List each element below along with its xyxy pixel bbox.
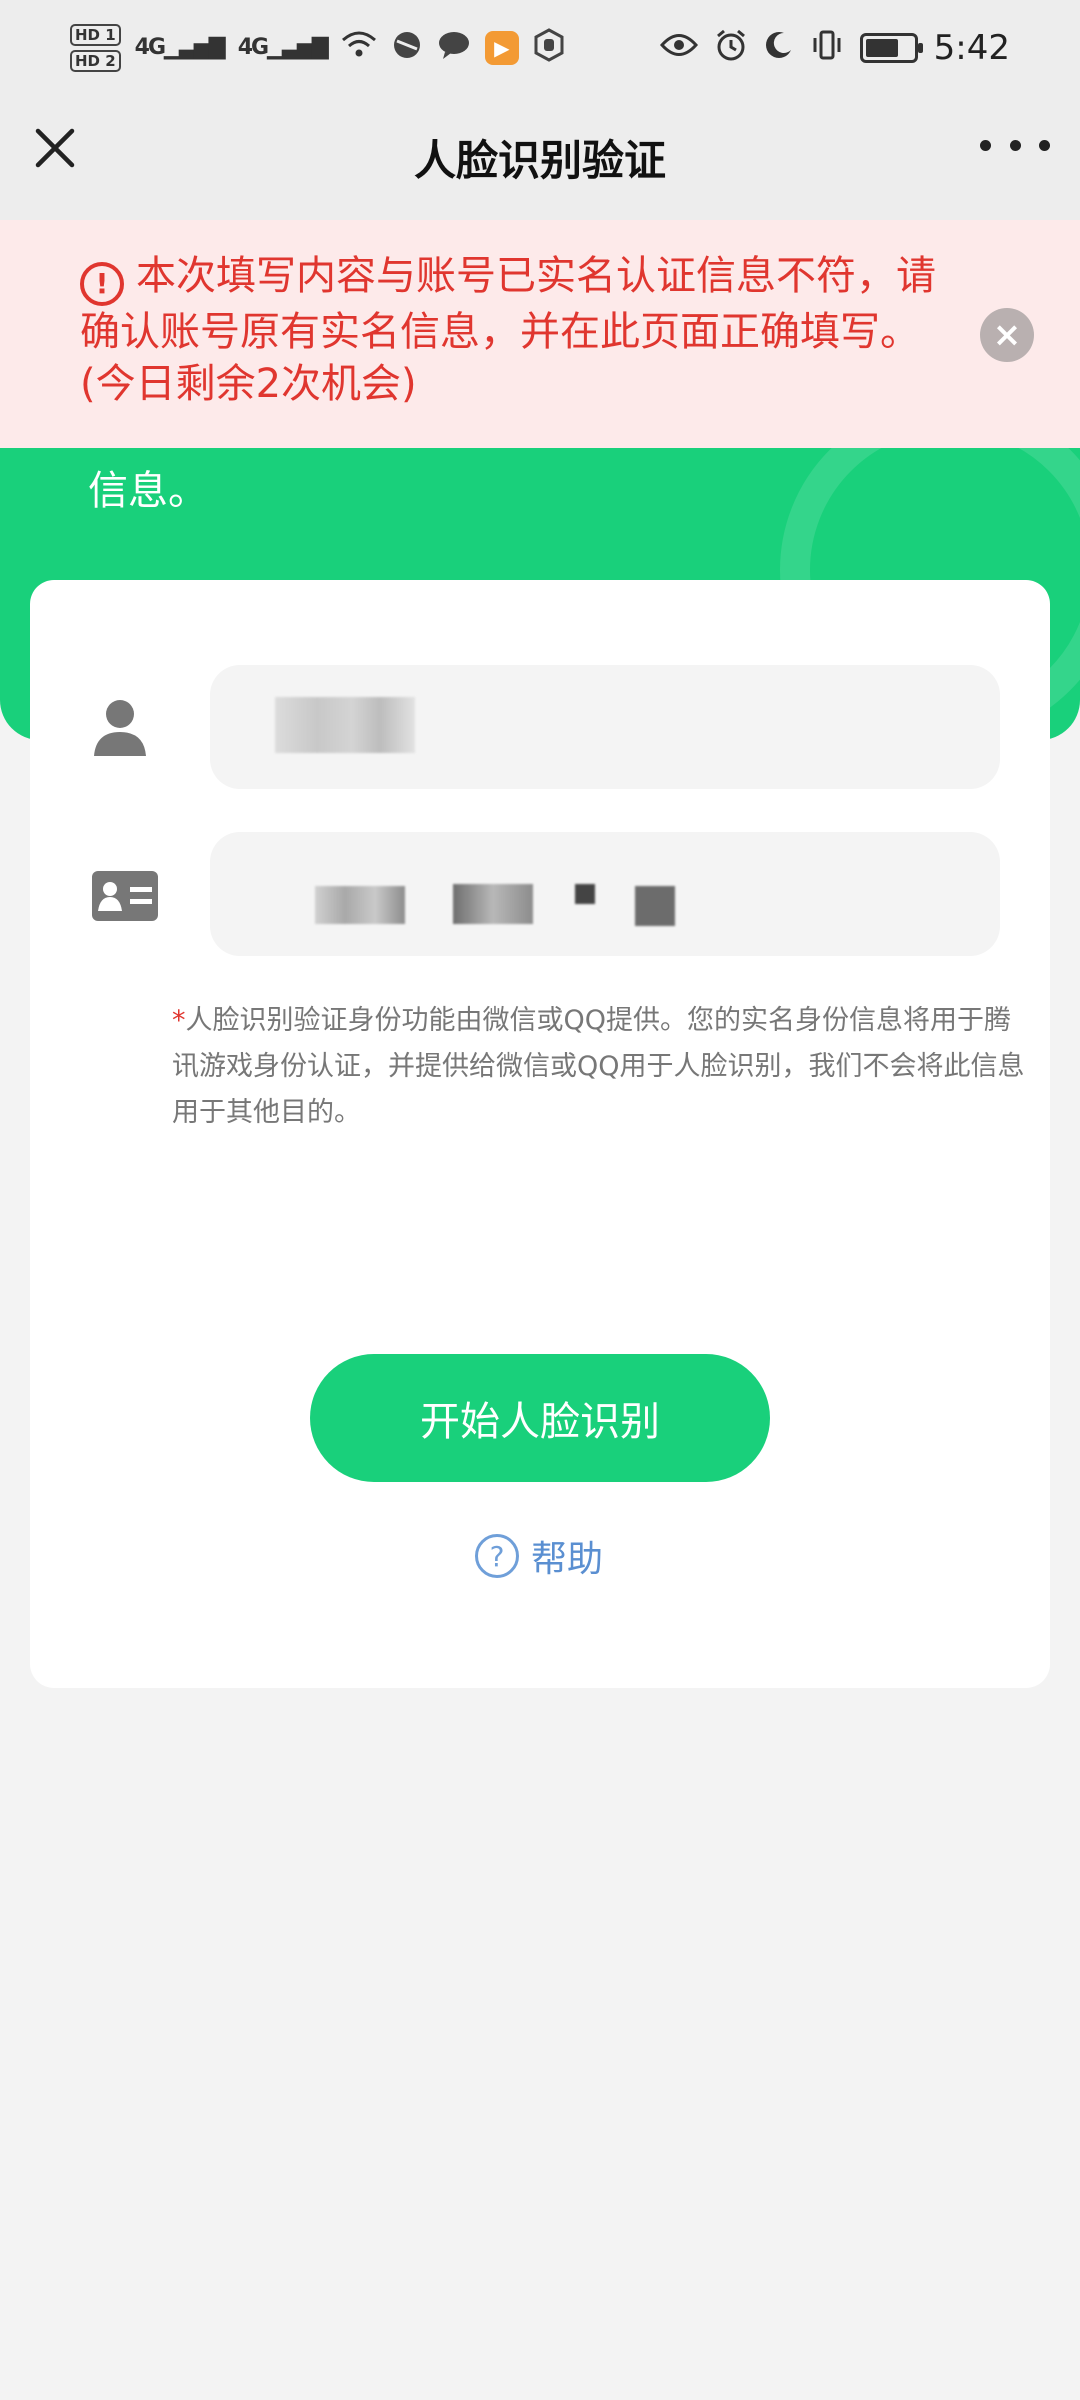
more-dot-icon	[1039, 139, 1050, 151]
verification-card: *人脸识别验证身份功能由微信或QQ提供。您的实名身份信息将用于腾讯游戏身份认证，…	[30, 580, 1050, 1688]
chat-icon	[437, 30, 471, 66]
page: HD 1 HD 2 4G▁▃▅▇ 4G▁▃▅▇ ▶ 5:42 人脸识别验证 信息…	[0, 0, 1080, 2400]
signal-1-label: 4G	[134, 35, 166, 60]
hd-indicator: HD 1 HD 2	[70, 22, 121, 74]
name-field-row	[90, 665, 1000, 789]
hd1-label: HD 1	[70, 23, 121, 46]
status-left: HD 1 HD 2 4G▁▃▅▇ 4G▁▃▅▇ ▶	[70, 22, 565, 74]
browser-icon	[391, 29, 423, 67]
vibrate-icon	[810, 30, 844, 66]
id-field-row	[90, 832, 1000, 956]
redacted-id-4	[635, 886, 675, 926]
required-mark: *	[172, 1005, 186, 1036]
hand-icon	[533, 27, 565, 68]
signal-1-icon: 4G▁▃▅▇	[134, 35, 226, 60]
page-title: 人脸识别验证	[413, 136, 666, 185]
clock: 5:42	[933, 27, 1010, 68]
more-dot-icon	[1009, 139, 1021, 151]
help-icon: ?	[475, 1534, 519, 1578]
status-right: 5:42	[659, 27, 1010, 68]
video-app-icon: ▶	[484, 30, 519, 65]
moon-icon	[764, 30, 794, 66]
help-label: 帮助	[531, 1539, 604, 1580]
error-message: 本次填写内容与账号已实名认证信息不符，请确认账号原有实名信息，并在此页面正确填写…	[80, 253, 936, 407]
more-dot-icon	[980, 139, 991, 151]
error-close-button[interactable]: ×	[980, 308, 1034, 362]
alarm-icon	[714, 28, 748, 68]
error-icon: !	[80, 262, 124, 306]
signal-2-icon: 4G▁▃▅▇	[237, 35, 329, 60]
battery-icon	[859, 32, 923, 63]
person-icon	[90, 692, 160, 762]
nav-bar: 人脸识别验证	[0, 95, 1080, 220]
eye-icon	[659, 32, 698, 64]
redacted-id-3	[575, 884, 595, 904]
privacy-note-text: 人脸识别验证身份功能由微信或QQ提供。您的实名身份信息将用于腾讯游戏身份认证，并…	[172, 1005, 1025, 1128]
hd2-label: HD 2	[70, 49, 121, 72]
help-link[interactable]: ? 帮助	[475, 1530, 603, 1582]
signal-2-label: 4G	[237, 35, 269, 60]
close-icon	[35, 128, 75, 168]
wifi-icon	[341, 30, 377, 66]
error-banner: ! 本次填写内容与账号已实名认证信息不符，请确认账号原有实名信息，并在此页面正确填…	[0, 220, 1080, 448]
privacy-note: *人脸识别验证身份功能由微信或QQ提供。您的实名身份信息将用于腾讯游戏身份认证，…	[172, 998, 1032, 1136]
redacted-id-1	[315, 886, 405, 924]
start-face-recognition-button[interactable]: 开始人脸识别	[310, 1354, 770, 1482]
banner-text: 信息。	[88, 468, 208, 514]
battery-fill	[865, 38, 898, 57]
redacted-id-2	[453, 884, 533, 924]
id-card-icon	[90, 859, 160, 929]
status-bar: HD 1 HD 2 4G▁▃▅▇ 4G▁▃▅▇ ▶ 5:42	[0, 0, 1080, 95]
error-message-block: ! 本次填写内容与账号已实名认证信息不符，请确认账号原有实名信息，并在此页面正确填…	[80, 250, 960, 410]
close-button[interactable]	[30, 123, 80, 173]
more-options-button[interactable]	[980, 125, 1050, 165]
close-icon: ×	[992, 315, 1022, 355]
redacted-name	[275, 697, 415, 753]
